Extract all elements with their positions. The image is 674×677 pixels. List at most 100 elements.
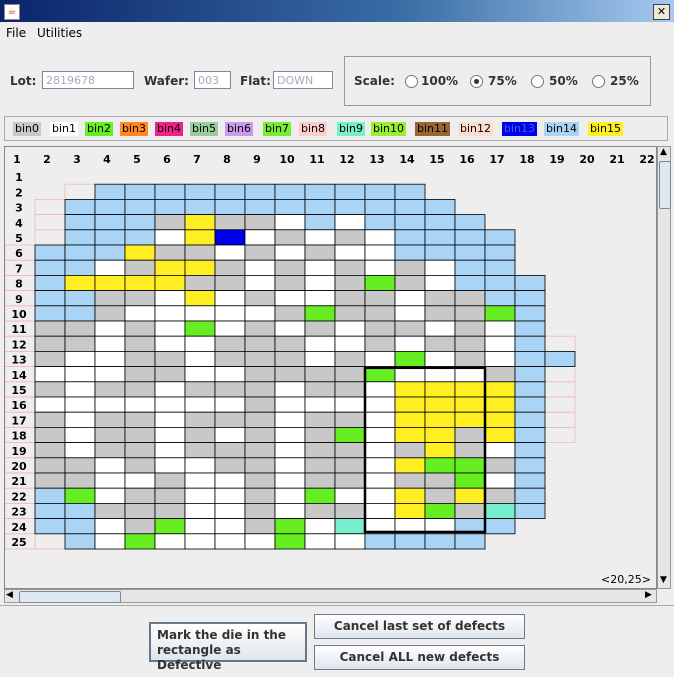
die-cell[interactable] — [334, 259, 366, 276]
die-cell[interactable] — [514, 457, 546, 474]
die-cell[interactable] — [364, 305, 396, 322]
die-cell[interactable] — [214, 305, 246, 322]
die-cell[interactable] — [34, 472, 66, 489]
die-cell[interactable] — [514, 396, 546, 413]
die-cell[interactable] — [154, 350, 186, 367]
die-cell[interactable] — [274, 305, 306, 322]
die-cell[interactable] — [334, 502, 366, 519]
die-cell[interactable] — [484, 335, 516, 352]
close-button[interactable]: ✕ — [653, 4, 670, 20]
die-cell[interactable] — [364, 472, 396, 489]
die-cell[interactable] — [454, 305, 486, 322]
die-cell[interactable] — [334, 533, 366, 550]
die-cell[interactable] — [484, 229, 516, 246]
die-cell[interactable] — [304, 366, 336, 383]
die-cell[interactable] — [274, 199, 306, 216]
die-cell[interactable] — [154, 381, 186, 398]
die-cell[interactable] — [184, 214, 216, 231]
die-cell[interactable] — [184, 305, 216, 322]
die-cell[interactable] — [304, 518, 336, 535]
die-cell[interactable] — [274, 533, 306, 550]
die-cell[interactable] — [304, 320, 336, 337]
die-cell[interactable] — [124, 335, 156, 352]
die-cell[interactable] — [154, 472, 186, 489]
die-cell[interactable] — [394, 335, 426, 352]
die-cell[interactable] — [274, 442, 306, 459]
die-cell[interactable] — [424, 502, 456, 519]
die-cell[interactable] — [304, 472, 336, 489]
die-cell[interactable] — [184, 244, 216, 261]
die-cell[interactable] — [304, 442, 336, 459]
bin-2-chip[interactable]: bin2 — [85, 122, 114, 136]
die-cell[interactable] — [64, 274, 96, 291]
die-cell[interactable] — [184, 381, 216, 398]
scale-50-label[interactable]: 50% — [549, 74, 578, 88]
die-cell[interactable] — [214, 472, 246, 489]
die-cell[interactable] — [94, 199, 126, 216]
die-cell[interactable] — [334, 411, 366, 428]
die-cell[interactable] — [424, 442, 456, 459]
scale-100-radio[interactable] — [405, 75, 418, 88]
die-cell[interactable] — [154, 259, 186, 276]
die-cell[interactable] — [454, 259, 486, 276]
die-cell[interactable] — [244, 259, 276, 276]
die-cell[interactable] — [454, 411, 486, 428]
die-cell[interactable] — [244, 396, 276, 413]
die-cell[interactable] — [154, 487, 186, 504]
die-cell[interactable] — [124, 244, 156, 261]
die-cell[interactable] — [484, 366, 516, 383]
die-cell[interactable] — [394, 350, 426, 367]
cancel-last-button[interactable]: Cancel last set of defects — [314, 614, 525, 639]
bin-4-chip[interactable]: bin4 — [155, 122, 184, 136]
die-cell[interactable] — [334, 457, 366, 474]
scroll-right-arrow[interactable]: ▶ — [645, 590, 652, 600]
die-cell[interactable] — [64, 533, 96, 550]
die-cell[interactable] — [304, 350, 336, 367]
die-cell[interactable] — [334, 426, 366, 443]
die-cell[interactable] — [214, 426, 246, 443]
scroll-left-arrow[interactable]: ◀ — [6, 590, 13, 600]
die-cell[interactable] — [154, 183, 186, 200]
die-cell[interactable] — [124, 502, 156, 519]
die-cell[interactable] — [214, 350, 246, 367]
cancel-all-button[interactable]: Cancel ALL new defects — [314, 645, 525, 670]
die-cell[interactable] — [424, 381, 456, 398]
die-cell[interactable] — [304, 426, 336, 443]
die-cell[interactable] — [514, 305, 546, 322]
die-cell[interactable] — [64, 290, 96, 307]
die-cell[interactable] — [214, 381, 246, 398]
die-cell[interactable] — [484, 381, 516, 398]
bin-7-chip[interactable]: bin7 — [263, 122, 292, 136]
die-cell[interactable] — [184, 518, 216, 535]
vertical-scroll-thumb[interactable] — [659, 161, 671, 209]
die-cell[interactable] — [514, 290, 546, 307]
die-cell[interactable] — [484, 487, 516, 504]
die-cell[interactable] — [274, 381, 306, 398]
die-cell[interactable] — [244, 411, 276, 428]
die-cell[interactable] — [34, 411, 66, 428]
die-cell[interactable] — [124, 214, 156, 231]
bin-3-chip[interactable]: bin3 — [120, 122, 149, 136]
die-cell[interactable] — [304, 259, 336, 276]
die-cell[interactable] — [364, 350, 396, 367]
die-cell[interactable] — [364, 183, 396, 200]
die-cell[interactable] — [394, 533, 426, 550]
die-cell[interactable] — [484, 274, 516, 291]
die-cell[interactable] — [244, 320, 276, 337]
die-cell[interactable] — [514, 350, 546, 367]
die-cell[interactable] — [304, 411, 336, 428]
die-cell[interactable] — [364, 244, 396, 261]
die-cell[interactable] — [214, 259, 246, 276]
die-cell[interactable] — [64, 442, 96, 459]
die-cell[interactable] — [94, 244, 126, 261]
die-cell[interactable] — [94, 487, 126, 504]
die-cell[interactable] — [34, 259, 66, 276]
die-cell[interactable] — [64, 381, 96, 398]
die-cell[interactable] — [94, 259, 126, 276]
die-cell[interactable] — [274, 457, 306, 474]
bin-8-chip[interactable]: bin8 — [299, 122, 328, 136]
die-cell[interactable] — [154, 335, 186, 352]
die-cell[interactable] — [484, 426, 516, 443]
die-cell[interactable] — [34, 487, 66, 504]
lot-field[interactable]: 2819678 — [42, 71, 134, 89]
